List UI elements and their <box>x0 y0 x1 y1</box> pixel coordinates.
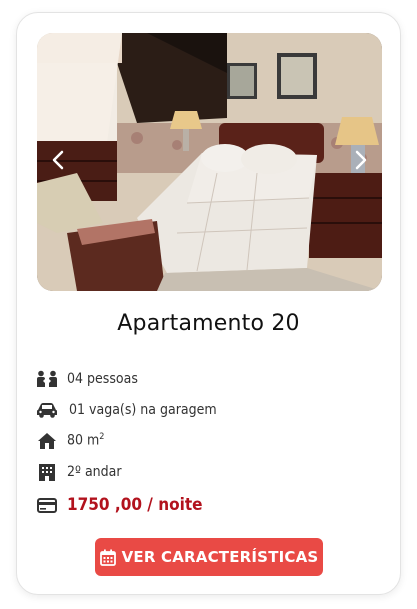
view-features-button[interactable]: VER CARACTERÍSTICAS <box>95 538 323 576</box>
calendar-icon <box>99 549 116 566</box>
feature-guests: 04 pessoas <box>35 363 375 394</box>
feature-area-text: 80 m2 <box>67 432 105 449</box>
feature-floor: 2º andar <box>35 456 375 487</box>
listing-photo[interactable] <box>37 33 382 291</box>
gallery-next-button[interactable] <box>348 145 374 175</box>
credit-card-icon <box>35 495 59 515</box>
feature-parking-text: 01 vaga(s) na garagem <box>69 401 217 418</box>
view-features-label: VER CARACTERÍSTICAS <box>121 548 319 566</box>
listing-card: Apartamento 20 04 pessoas 01 vaga(s) na … <box>16 12 401 595</box>
car-icon <box>35 400 59 420</box>
gallery-prev-button[interactable] <box>45 145 71 175</box>
people-icon <box>35 369 59 389</box>
bedroom-image <box>37 33 382 291</box>
chevron-right-icon <box>355 150 367 170</box>
feature-floor-text: 2º andar <box>67 463 122 480</box>
feature-price: 1750 ,00 / noite <box>35 487 375 523</box>
features-list: 04 pessoas 01 vaga(s) na garagem 80 m2 2… <box>35 363 375 523</box>
feature-parking: 01 vaga(s) na garagem <box>35 394 375 425</box>
listing-title: Apartamento 20 <box>117 311 300 336</box>
chevron-left-icon <box>52 150 64 170</box>
feature-guests-text: 04 pessoas <box>67 370 138 387</box>
building-icon <box>35 462 59 482</box>
price-text: 1750 ,00 / noite <box>67 495 203 515</box>
home-icon <box>35 431 59 451</box>
feature-area: 80 m2 <box>35 425 375 456</box>
